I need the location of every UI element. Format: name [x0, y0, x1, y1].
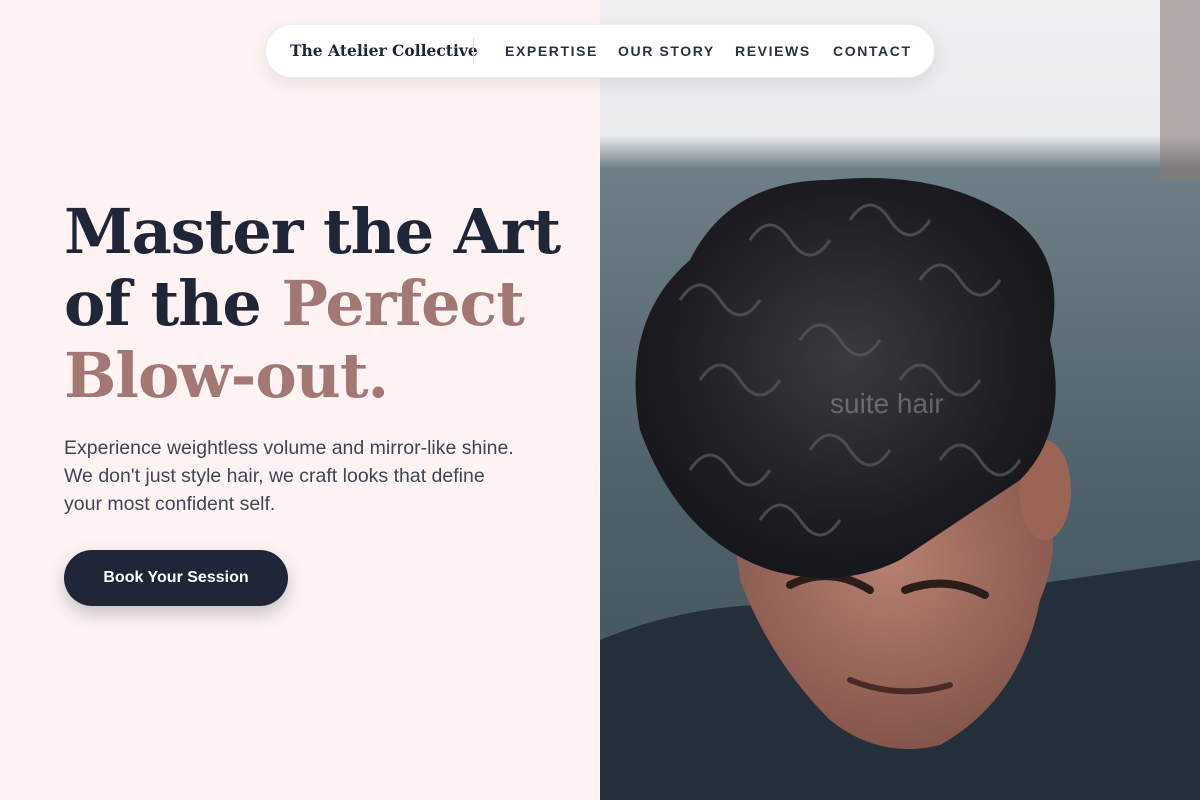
- hero-photo: suite hair: [600, 0, 1200, 800]
- headline-accent-perfect: Perfect: [281, 267, 525, 340]
- nav-link-contact[interactable]: CONTACT: [833, 25, 912, 77]
- hero-headline: Master the Art of the Perfect Blow-out.: [64, 196, 584, 412]
- nav-link-our-story[interactable]: OUR STORY: [618, 25, 715, 77]
- top-navigation: The Atelier Collective EXPERTISE OUR STO…: [265, 24, 935, 78]
- headline-line-2a: of the: [64, 267, 282, 340]
- nav-divider: [473, 38, 474, 64]
- headline-line-3: Blow-out.: [64, 339, 389, 412]
- brand-logo-text[interactable]: The Atelier Collective: [290, 25, 478, 77]
- hero-left-pane: Master the Art of the Perfect Blow-out. …: [0, 0, 600, 800]
- nav-link-expertise[interactable]: EXPERTISE: [505, 25, 598, 77]
- book-session-button[interactable]: Book Your Session: [64, 550, 288, 606]
- headline-line-1: Master the Art: [64, 195, 561, 268]
- nav-link-reviews[interactable]: REVIEWS: [735, 25, 811, 77]
- hero-lead-text: Experience weightless volume and mirror-…: [64, 437, 514, 515]
- photo-watermark: suite hair: [830, 388, 944, 419]
